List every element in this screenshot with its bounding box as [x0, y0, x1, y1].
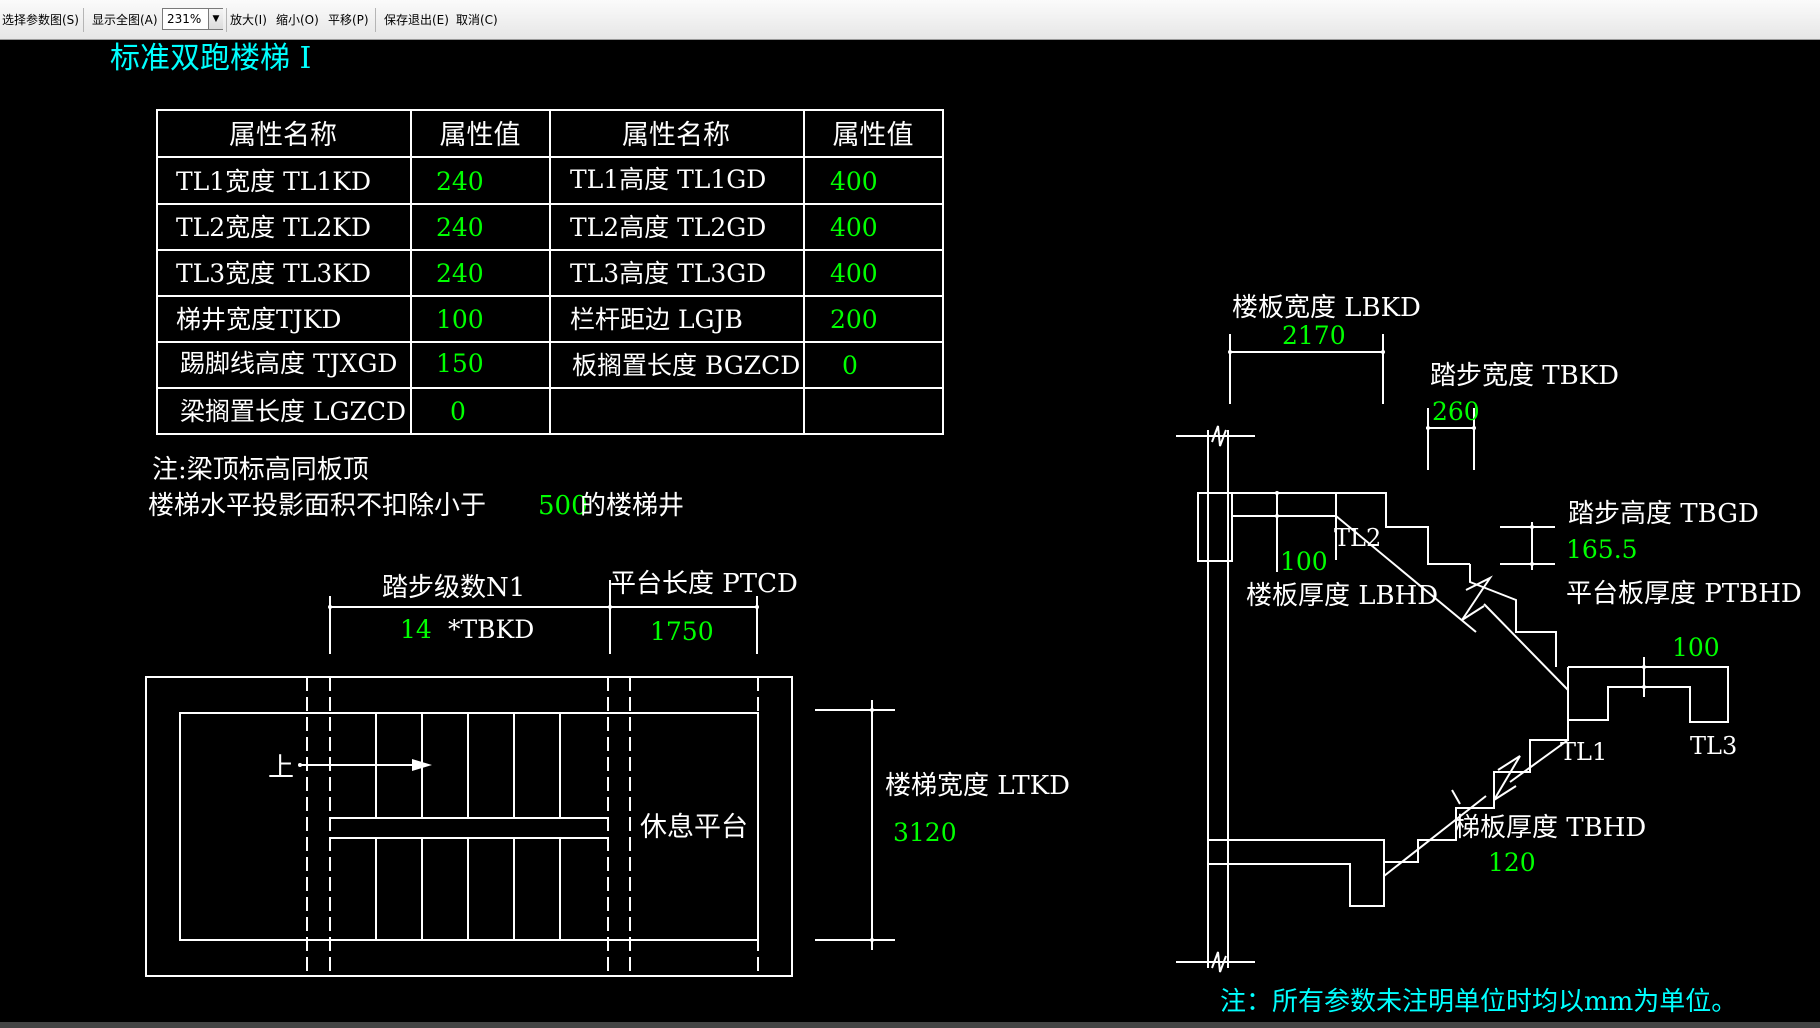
table-cell-value[interactable]: 240 [436, 259, 484, 288]
steps-unit: *TBKD [448, 615, 534, 644]
table-cell-value[interactable]: 400 [830, 213, 878, 242]
table-cell-value[interactable]: 400 [830, 259, 878, 288]
zoom-out-button[interactable]: 缩小(O) [276, 11, 319, 28]
table-cell-value[interactable]: 240 [436, 213, 484, 242]
slab-thickness-value[interactable]: 100 [1280, 547, 1328, 576]
table-cell-value[interactable]: 0 [450, 397, 466, 426]
platform-thickness-value[interactable]: 100 [1672, 633, 1720, 662]
toolbar-separator [226, 8, 227, 32]
platform-length-label: 平台长度 PTCD [610, 569, 798, 599]
tl2-label: TL2 [1334, 524, 1381, 552]
table-cell: TL2高度 TL2GD [570, 213, 766, 242]
table-cell: 栏杆距边 LGJB [570, 305, 743, 334]
table-header-value-1: 属性值 [440, 120, 521, 151]
note-area-prefix: 楼梯水平投影面积不扣除小于 [148, 491, 486, 521]
stair-width-label: 楼梯宽度 LTKD [885, 771, 1070, 801]
tread-width-label: 踏步宽度 TBKD [1430, 361, 1619, 391]
steps-label: 踏步级数N1 [382, 573, 525, 603]
tread-width-value[interactable]: 260 [1432, 397, 1480, 426]
platform-length-value[interactable]: 1750 [650, 617, 714, 646]
tread-height-label: 踏步高度 TBGD [1568, 499, 1759, 529]
table-header-name-2: 属性名称 [622, 120, 730, 151]
flight-thickness-value[interactable]: 120 [1488, 848, 1536, 877]
slab-thickness-label: 楼板厚度 LBHD [1246, 581, 1438, 611]
table-cell-value[interactable]: 100 [436, 305, 484, 334]
tread-height-value[interactable]: 165.5 [1566, 535, 1638, 564]
table-cell: 梁搁置长度 LGZCD [180, 397, 406, 426]
zoom-in-button[interactable]: 放大(I) [230, 11, 267, 28]
table-cell-value[interactable]: 400 [830, 167, 878, 196]
toolbar-separator [375, 8, 376, 32]
up-label: 上 [268, 753, 294, 783]
tl3-label: TL3 [1690, 732, 1737, 760]
table-cell: TL3宽度 TL3KD [176, 259, 371, 288]
table-cell: TL1宽度 TL1KD [176, 167, 371, 196]
table-cell: 踢脚线高度 TJXGD [180, 349, 397, 378]
rest-platform-label: 休息平台 [640, 812, 748, 843]
chevron-down-icon[interactable]: ▼ [208, 9, 223, 29]
steps-value[interactable]: 14 [400, 615, 432, 644]
cad-drawing-canvas[interactable]: 标准双跑楼梯 I 属性名称 属性值 属性名称 属性值 TL1宽度 TL1KD 2… [0, 40, 1820, 1028]
cancel-button[interactable]: 取消(C) [456, 11, 498, 28]
toolbar-separator [83, 8, 84, 32]
flight-thickness-label: 梯板厚度 TBHD [1454, 813, 1646, 843]
tl1-label: TL1 [1560, 738, 1607, 766]
stair-section-view [1176, 334, 1729, 973]
table-cell-value[interactable]: 200 [830, 305, 878, 334]
stair-width-value[interactable]: 3120 [893, 818, 957, 847]
show-all-button[interactable]: 显示全图(A) [92, 11, 158, 28]
slab-width-label: 楼板宽度 LBKD [1232, 293, 1421, 323]
zoom-value: 231% [167, 12, 202, 26]
status-bar [0, 1022, 1820, 1028]
table-header-value-2: 属性值 [833, 120, 914, 151]
footer-note: 注：所有参数未注明单位时均以mm为单位。 [1220, 987, 1737, 1017]
note-beam-top: 注:梁顶标高同板顶 [152, 455, 369, 485]
toolbar: 选择参数图(S) 显示全图(A) 231% ▼ 放大(I) 缩小(O) 平移(P… [0, 0, 1820, 40]
table-cell-value[interactable]: 150 [436, 349, 484, 378]
save-exit-button[interactable]: 保存退出(E) [384, 11, 449, 28]
slab-width-value[interactable]: 2170 [1282, 321, 1346, 350]
pan-button[interactable]: 平移(P) [328, 11, 369, 28]
select-params-button[interactable]: 选择参数图(S) [2, 11, 79, 28]
table-cell: TL2宽度 TL2KD [176, 213, 371, 242]
table-cell-value[interactable]: 240 [436, 167, 484, 196]
table-cell: 板搁置长度 BGZCD [572, 351, 800, 380]
drawing-title: 标准双跑楼梯 I [110, 41, 311, 76]
table-cell: TL3高度 TL3GD [570, 259, 766, 288]
table-header-name-1: 属性名称 [229, 120, 337, 151]
note-area-suffix: 的楼梯井 [580, 491, 684, 521]
table-cell: 梯井宽度TJKD [176, 305, 341, 334]
table-cell: TL1高度 TL1GD [570, 165, 766, 194]
platform-thickness-label: 平台板厚度 PTBHD [1566, 579, 1802, 609]
table-cell-value[interactable]: 0 [842, 351, 858, 380]
